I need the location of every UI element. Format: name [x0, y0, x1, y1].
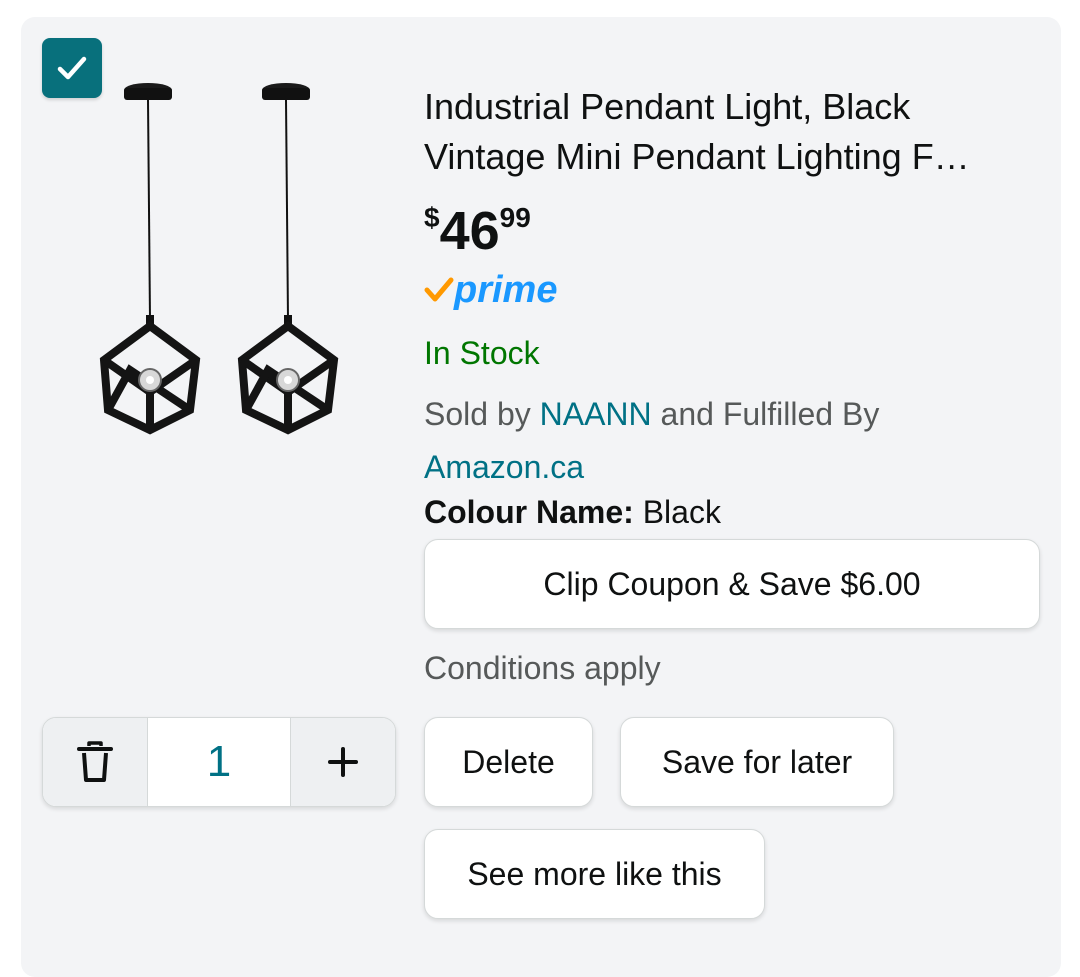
fulfiller-link[interactable]: Amazon.ca	[424, 449, 584, 485]
colour-label: Colour Name:	[424, 494, 634, 530]
product-title[interactable]: Industrial Pendant Light, Black Vintage …	[424, 82, 1044, 182]
delete-button[interactable]: Delete	[424, 717, 593, 807]
clip-coupon-label: Clip Coupon & Save $6.00	[543, 565, 921, 602]
plus-icon	[328, 747, 358, 777]
delete-quantity-button[interactable]	[43, 718, 147, 806]
product-price: $4699	[424, 196, 531, 266]
seller-link[interactable]: NAANN	[540, 396, 652, 432]
save-for-later-button[interactable]: Save for later	[620, 717, 894, 807]
price-fraction: 99	[499, 202, 531, 233]
pendant-lights-image	[99, 83, 339, 435]
prime-badge: prime	[424, 268, 557, 312]
stock-status: In Stock	[424, 335, 540, 371]
quantity-stepper: 1	[42, 717, 396, 807]
see-more-label: See more like this	[467, 855, 722, 892]
trash-icon	[77, 741, 113, 782]
prime-check-icon	[424, 277, 454, 302]
colour-option: Colour Name: Black	[424, 494, 721, 531]
prime-label: prime	[454, 268, 558, 311]
product-title-line-1: Industrial Pendant Light, Black	[424, 86, 911, 127]
price-whole: 46	[439, 201, 500, 261]
fulfilled-text: and Fulfilled By	[660, 396, 880, 432]
quantity-value[interactable]: 1	[147, 718, 291, 806]
increase-quantity-button[interactable]	[291, 718, 395, 806]
product-image[interactable]	[72, 70, 372, 450]
coupon-conditions: Conditions apply	[424, 650, 661, 686]
check-icon	[57, 56, 87, 80]
colour-value: Black	[642, 494, 721, 530]
product-title-line-2: Vintage Mini Pendant Lighting F…	[424, 136, 970, 177]
price-currency-symbol: $	[424, 202, 440, 233]
item-select-checkbox[interactable]	[42, 38, 102, 98]
seller-info: Sold by NAANN and Fulfilled By Amazon.ca	[424, 388, 1024, 494]
save-for-later-label: Save for later	[661, 743, 853, 780]
delete-label: Delete	[462, 743, 555, 780]
see-more-like-this-button[interactable]: See more like this	[424, 829, 765, 919]
clip-coupon-button[interactable]: Clip Coupon & Save $6.00	[424, 539, 1040, 629]
sold-by-prefix: Sold by	[424, 396, 531, 432]
